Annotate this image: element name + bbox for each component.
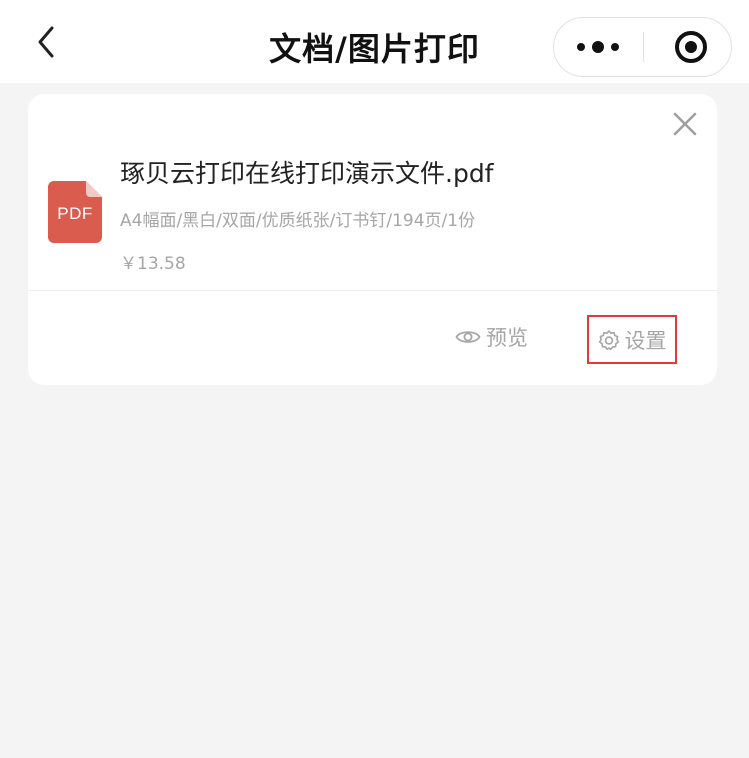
more-dots-icon	[577, 41, 619, 53]
mini-program-capsule	[553, 17, 732, 77]
settings-button[interactable]: 设置	[587, 315, 677, 364]
preview-label: 预览	[486, 326, 528, 350]
close-icon	[673, 112, 697, 136]
settings-label: 设置	[624, 328, 667, 353]
gear-icon	[598, 329, 619, 350]
close-miniprogram-button[interactable]	[644, 18, 732, 76]
file-price: ￥13.58	[120, 254, 186, 274]
pdf-file-icon: PDF	[48, 181, 102, 243]
more-button[interactable]	[554, 18, 643, 76]
remove-file-button[interactable]	[670, 109, 700, 139]
target-circle-icon	[675, 31, 707, 63]
file-card: PDF 琢贝云打印在线打印演示文件.pdf A4幅面/黑白/双面/优质纸张/订书…	[28, 94, 717, 385]
pdf-icon-label: PDF	[57, 204, 93, 223]
card-divider	[28, 290, 717, 291]
file-name: 琢贝云打印在线打印演示文件.pdf	[120, 159, 494, 188]
file-print-spec: A4幅面/黑白/双面/优质纸张/订书钉/194页/1份	[120, 211, 476, 231]
eye-icon	[455, 331, 481, 343]
navigation-bar: 文档/图片打印	[0, 0, 749, 83]
preview-button[interactable]: 预览	[455, 320, 528, 354]
